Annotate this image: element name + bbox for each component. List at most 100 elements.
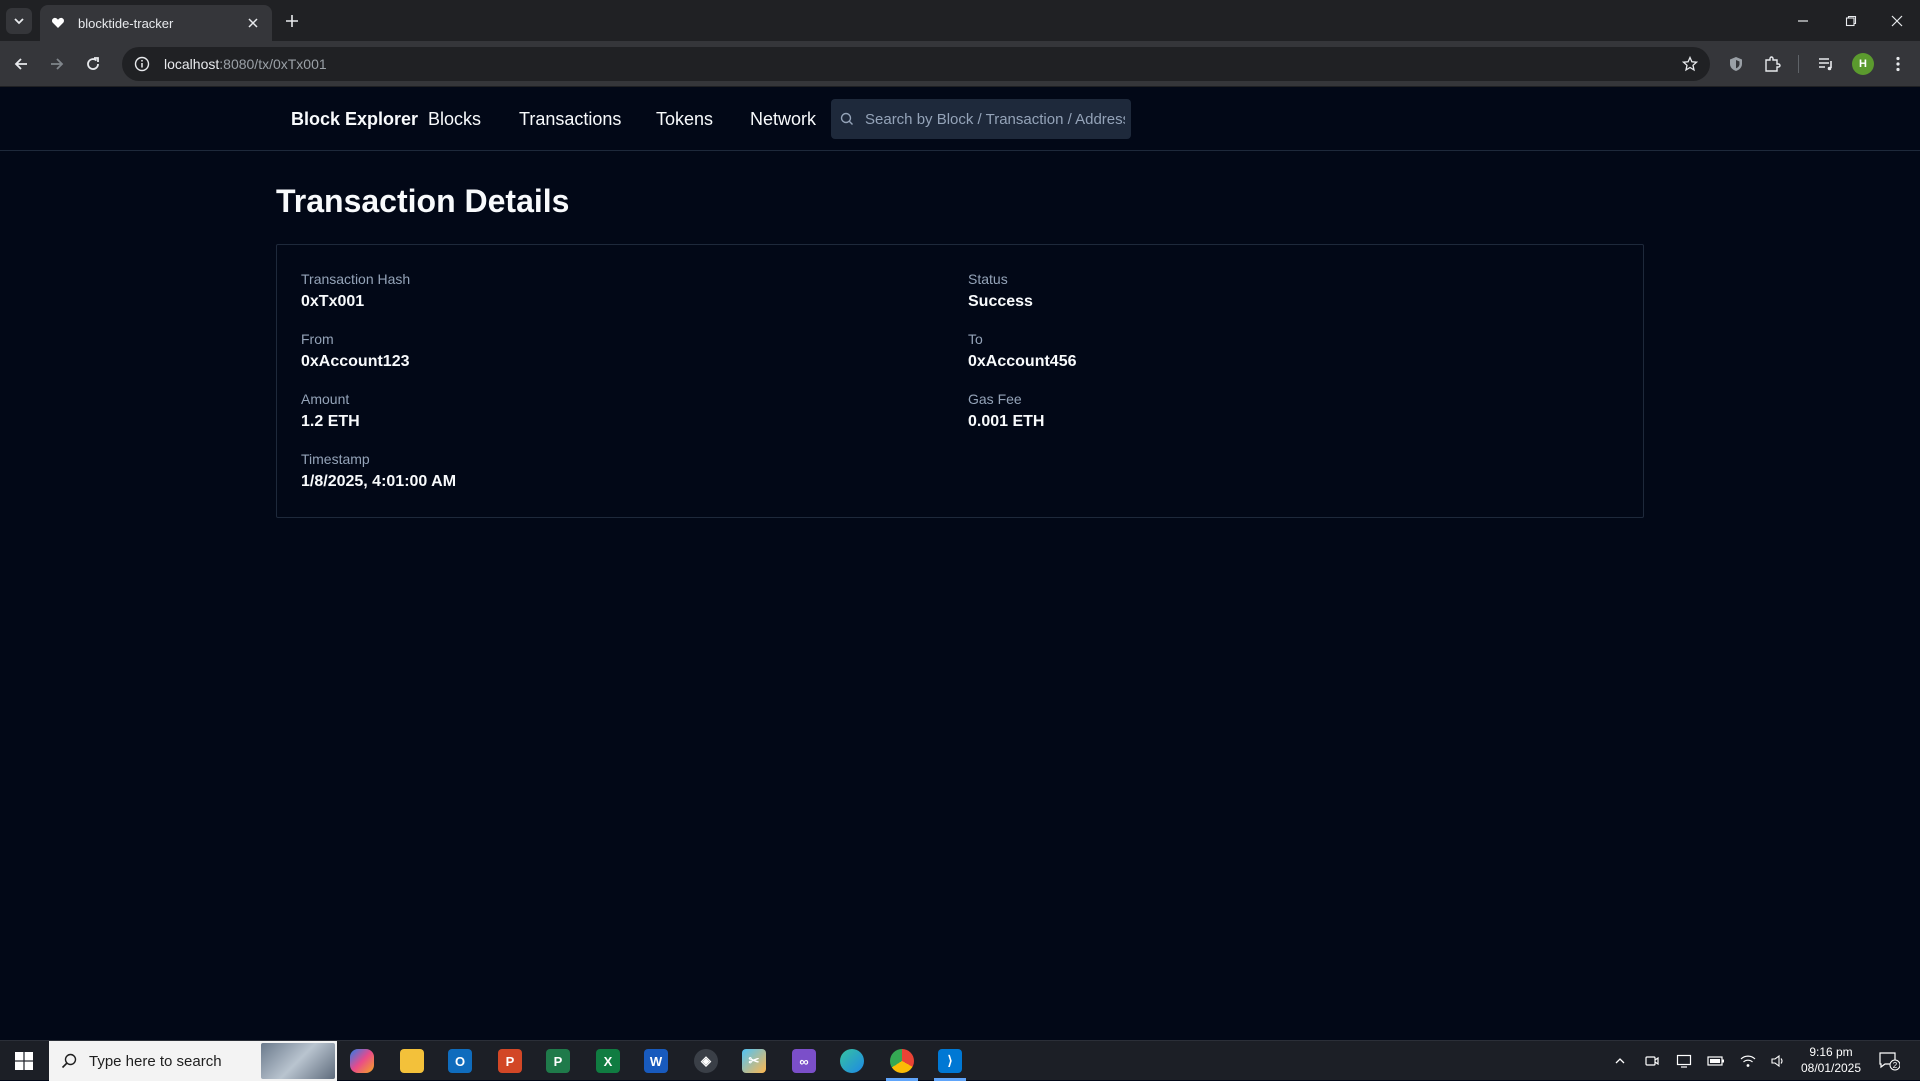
file-explorer-app[interactable] [388,1041,436,1081]
field-to: To 0xAccount456 [968,331,1077,371]
search-icon [839,111,855,127]
address-bar[interactable]: localhost:8080/tx/0xTx001 [122,47,1710,81]
clock-date: 08/01/2025 [1800,1061,1862,1075]
tab-title: blocktide-tracker [78,15,174,31]
field-value: 0xAccount456 [968,353,1077,370]
field-status: Status Success [968,271,1033,311]
snipping-tool-app[interactable]: ✂ [730,1041,778,1081]
status-value: Success [968,293,1033,310]
visual-studio-app[interactable]: ∞ [780,1041,828,1081]
chrome-icon [890,1049,914,1073]
search-icon [61,1053,77,1069]
excel-app[interactable]: X [584,1041,632,1081]
nav-link-transactions[interactable]: Transactions [519,109,621,130]
meet-now-icon[interactable] [1642,1051,1662,1071]
browser-tab[interactable]: blocktide-tracker [40,5,272,41]
search-input[interactable] [865,110,1125,128]
back-icon[interactable] [6,49,36,79]
restore-icon[interactable] [1828,0,1874,41]
field-value: 1/8/2025, 4:01:00 AM [301,473,457,490]
field-label: To [968,331,983,347]
battery-icon[interactable] [1706,1051,1726,1071]
close-tab-icon[interactable] [244,14,262,32]
toolbar-divider [1798,55,1799,73]
field-timestamp: Timestamp 1/8/2025, 4:01:00 AM [301,451,456,491]
site-info-icon[interactable] [132,54,152,74]
minimize-icon[interactable] [1780,0,1826,41]
display-icon[interactable] [1674,1051,1694,1071]
powerpoint-icon: P [498,1049,522,1073]
edge-app[interactable] [828,1041,876,1081]
brand-link[interactable]: Block Explorer [291,109,418,130]
project-app[interactable]: P [534,1041,582,1081]
excel-icon: X [596,1049,620,1073]
wifi-icon[interactable] [1738,1051,1758,1071]
edge-icon [840,1049,864,1073]
nav-link-network[interactable]: Network [750,109,816,130]
web-page: Block Explorer Blocks Transactions Token… [0,87,1920,1039]
forward-icon[interactable] [42,49,72,79]
word-icon: W [644,1049,668,1073]
taskbar-search-placeholder: Type here to search [89,1052,222,1070]
chevron-down-icon [14,18,24,25]
tab-search-button[interactable] [6,8,32,34]
copilot-app[interactable] [338,1041,386,1081]
snip-icon: ✂ [742,1049,766,1073]
search-box[interactable] [831,99,1131,139]
unity-app[interactable]: ◈ [682,1041,730,1081]
new-tab-icon[interactable] [280,9,304,33]
nav-link-tokens[interactable]: Tokens [656,109,713,130]
outlook-icon: O [448,1049,472,1073]
field-label: Gas Fee [968,391,1022,407]
extensions-puzzle-icon[interactable] [1760,52,1784,76]
url-text: localhost:8080/tx/0xTx001 [164,56,327,72]
word-app[interactable]: W [632,1041,680,1081]
transaction-details-card: Transaction Hash 0xTx001 Status Success … [276,244,1644,518]
field-value: 0.001 ETH [968,413,1045,430]
start-button[interactable] [0,1041,48,1081]
field-label: Amount [301,391,350,407]
browser-toolbar: localhost:8080/tx/0xTx001 H [0,41,1920,87]
taskbar-search[interactable]: Type here to search [49,1041,337,1081]
bookmark-star-icon[interactable] [1680,54,1700,74]
system-clock[interactable]: 9:16 pm 08/01/2025 [1796,1044,1866,1076]
chrome-app[interactable] [878,1041,926,1081]
shield-extension-icon[interactable] [1724,52,1748,76]
notification-center-icon[interactable]: 2 [1876,1049,1902,1073]
field-label: Status [968,271,1008,287]
field-label: From [301,331,334,347]
notification-count: 2 [1893,1061,1898,1070]
more-menu-icon[interactable] [1886,52,1910,76]
volume-icon[interactable] [1768,1051,1788,1071]
profile-avatar[interactable]: H [1852,53,1874,75]
field-value: 0xTx001 [301,293,365,310]
clock-time: 9:16 pm [1809,1045,1853,1059]
field-label: Transaction Hash [301,271,411,287]
field-label: Timestamp [301,451,370,467]
copilot-icon [350,1049,374,1073]
field-from: From 0xAccount123 [301,331,410,371]
close-window-icon[interactable] [1874,0,1920,41]
visual-studio-icon: ∞ [792,1049,816,1073]
outlook-app[interactable]: O [436,1041,484,1081]
field-transaction-hash: Transaction Hash 0xTx001 [301,271,410,311]
project-icon: P [546,1049,570,1073]
media-controls-icon[interactable] [1814,52,1838,76]
show-hidden-icons-chevron-icon[interactable] [1610,1051,1630,1071]
windows-taskbar: Type here to search O P P X W ◈ ✂ ∞ ⟩ 9:… [0,1040,1920,1081]
folder-icon [400,1049,424,1073]
heart-icon [50,15,66,31]
windows-logo-icon [15,1052,33,1070]
field-amount: Amount 1.2 ETH [301,391,360,431]
field-gas-fee: Gas Fee 0.001 ETH [968,391,1044,431]
field-value: 1.2 ETH [301,413,360,430]
cube-icon: ◈ [694,1049,718,1073]
search-highlight-image [261,1043,335,1079]
reload-icon[interactable] [78,49,108,79]
nav-link-blocks[interactable]: Blocks [428,109,481,130]
browser-tab-bar: blocktide-tracker [0,0,1920,41]
vscode-icon: ⟩ [938,1049,962,1073]
powerpoint-app[interactable]: P [486,1041,534,1081]
page-title: Transaction Details [276,183,570,219]
vscode-app[interactable]: ⟩ [926,1041,974,1081]
